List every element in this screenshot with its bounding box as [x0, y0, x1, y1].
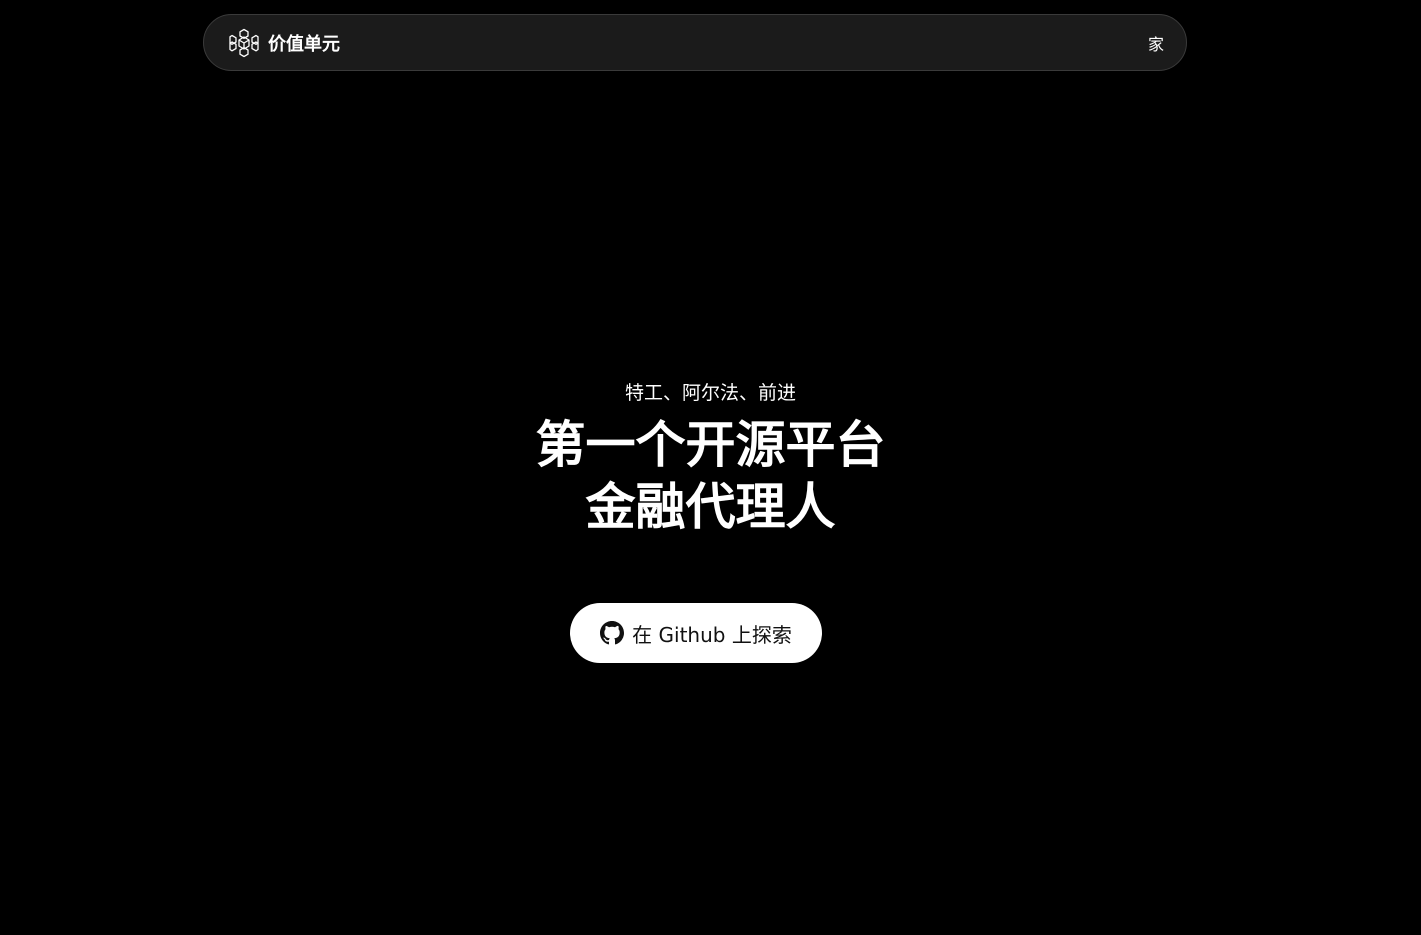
brand-link[interactable]: 价值单元 [229, 28, 340, 58]
hero-subtitle: 特工、阿尔法、前进 [624, 382, 796, 404]
hero-title-line-1: 第一个开源平台 [535, 416, 886, 474]
hero-section: 特工、阿尔法、前进 第一个开源平台 金融代理人 在 Github 上探索 [0, 0, 1421, 935]
explore-github-label: 在 Github 上探索 [632, 622, 792, 647]
top-navbar: 价值单元 家 [203, 14, 1187, 71]
github-icon [600, 621, 625, 645]
nav-home-link[interactable]: 家 [1148, 31, 1164, 55]
page: 价值单元 家 特工、阿尔法、前进 第一个开源平台 金融代理人 在 Github … [0, 0, 1421, 935]
explore-github-button[interactable]: 在 Github 上探索 [570, 603, 822, 663]
brand-name: 价值单元 [268, 33, 340, 55]
hero-title: 第一个开源平台 金融代理人 [0, 414, 1421, 538]
cube-cluster-icon [229, 28, 259, 57]
hero-title-line-2: 金融代理人 [585, 478, 836, 536]
